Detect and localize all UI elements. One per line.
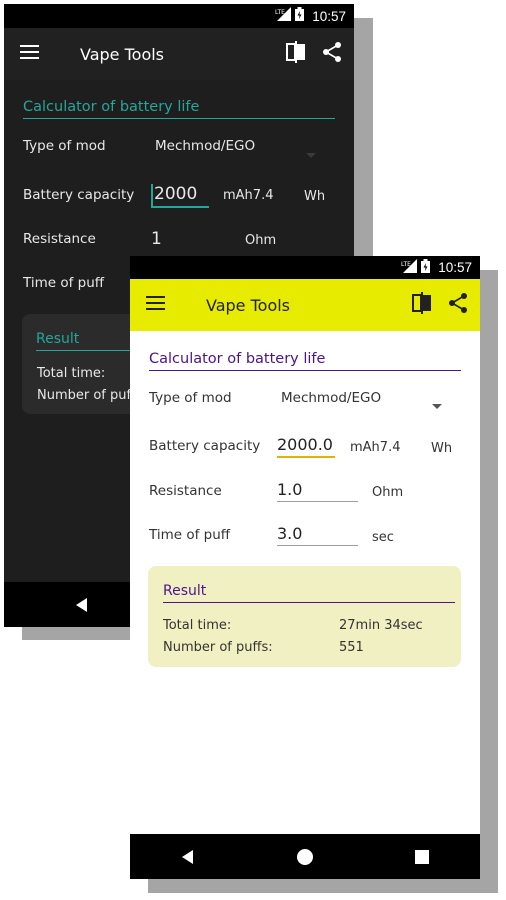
status-bar: LTE 10:57 (4, 4, 354, 28)
resistance-input[interactable]: 1.0 (277, 480, 358, 502)
compare-icon[interactable] (412, 292, 432, 318)
section-title: Calculator of battery life (23, 99, 335, 119)
chevron-down-icon[interactable] (306, 144, 316, 163)
type-of-mod-select[interactable]: Mechmod/EGO (155, 138, 255, 154)
svg-text:LTE: LTE (401, 261, 411, 268)
app-title: Vape Tools (80, 44, 165, 64)
back-icon[interactable] (168, 837, 208, 877)
time-of-puff-input[interactable]: 3.0 (277, 524, 358, 546)
battery-capacity-input[interactable]: 2000 (151, 184, 209, 208)
share-icon[interactable] (322, 41, 342, 67)
resistance-label: Resistance (23, 231, 96, 247)
battery-capacity-input[interactable]: 2000.0 (277, 435, 335, 458)
light-phone-screen: LTE 10:57 Vape Tools Calculator of batte… (130, 256, 480, 879)
time-of-puff-label: Time of puff (23, 275, 105, 291)
svg-text:LTE: LTE (275, 9, 285, 16)
total-time-label: Total time: (37, 366, 106, 381)
status-bar: LTE 10:57 (130, 256, 480, 279)
compare-icon[interactable] (286, 41, 306, 67)
app-toolbar: Vape Tools (4, 28, 354, 80)
battery-capacity-label: Battery capacity (149, 438, 261, 454)
section-title: Calculator of battery life (149, 351, 461, 371)
battery-mah-unit: mAh7.4 (223, 188, 274, 203)
resistance-label: Resistance (149, 483, 222, 499)
time-of-puff-unit: sec (372, 530, 394, 545)
result-title: Result (163, 583, 455, 603)
share-icon[interactable] (448, 292, 468, 318)
total-time-value: 27min 34sec (339, 618, 423, 633)
type-of-mod-select[interactable]: Mechmod/EGO (281, 390, 381, 406)
battery-capacity-label: Battery capacity (23, 187, 135, 203)
battery-icon (295, 7, 305, 25)
home-icon[interactable] (285, 837, 325, 877)
type-of-mod-label: Type of mod (149, 390, 232, 406)
navigation-bar (130, 834, 480, 879)
menu-icon[interactable] (146, 295, 166, 315)
recents-icon[interactable] (402, 837, 442, 877)
screenshot-canvas: LTE 10:57 Vape Tools Calculator of batte… (0, 0, 506, 900)
resistance-unit: Ohm (245, 233, 277, 248)
app-toolbar: Vape Tools (130, 279, 480, 331)
status-time: 10:57 (312, 8, 346, 24)
battery-wh-unit: Wh (431, 441, 453, 456)
resistance-input[interactable]: 1 (151, 229, 162, 249)
number-of-puffs-value: 551 (339, 640, 364, 655)
result-card: Result Total time: 27min 34sec Number of… (148, 566, 461, 667)
lte-signal-icon: LTE (401, 258, 418, 277)
battery-icon (421, 258, 431, 277)
status-time: 10:57 (438, 260, 472, 275)
battery-mah-unit: mAh7.4 (350, 440, 401, 455)
time-of-puff-label: Time of puff (149, 527, 231, 543)
number-of-puffs-label: Number of puffs: (163, 640, 273, 655)
resistance-unit: Ohm (372, 485, 404, 500)
total-time-label: Total time: (163, 618, 232, 633)
type-of-mod-label: Type of mod (23, 138, 106, 154)
lte-signal-icon: LTE (275, 7, 292, 25)
menu-icon[interactable] (20, 44, 40, 64)
back-icon[interactable] (62, 585, 102, 625)
battery-wh-unit: Wh (304, 189, 326, 204)
chevron-down-icon[interactable] (432, 395, 442, 414)
app-title: Vape Tools (206, 295, 291, 315)
